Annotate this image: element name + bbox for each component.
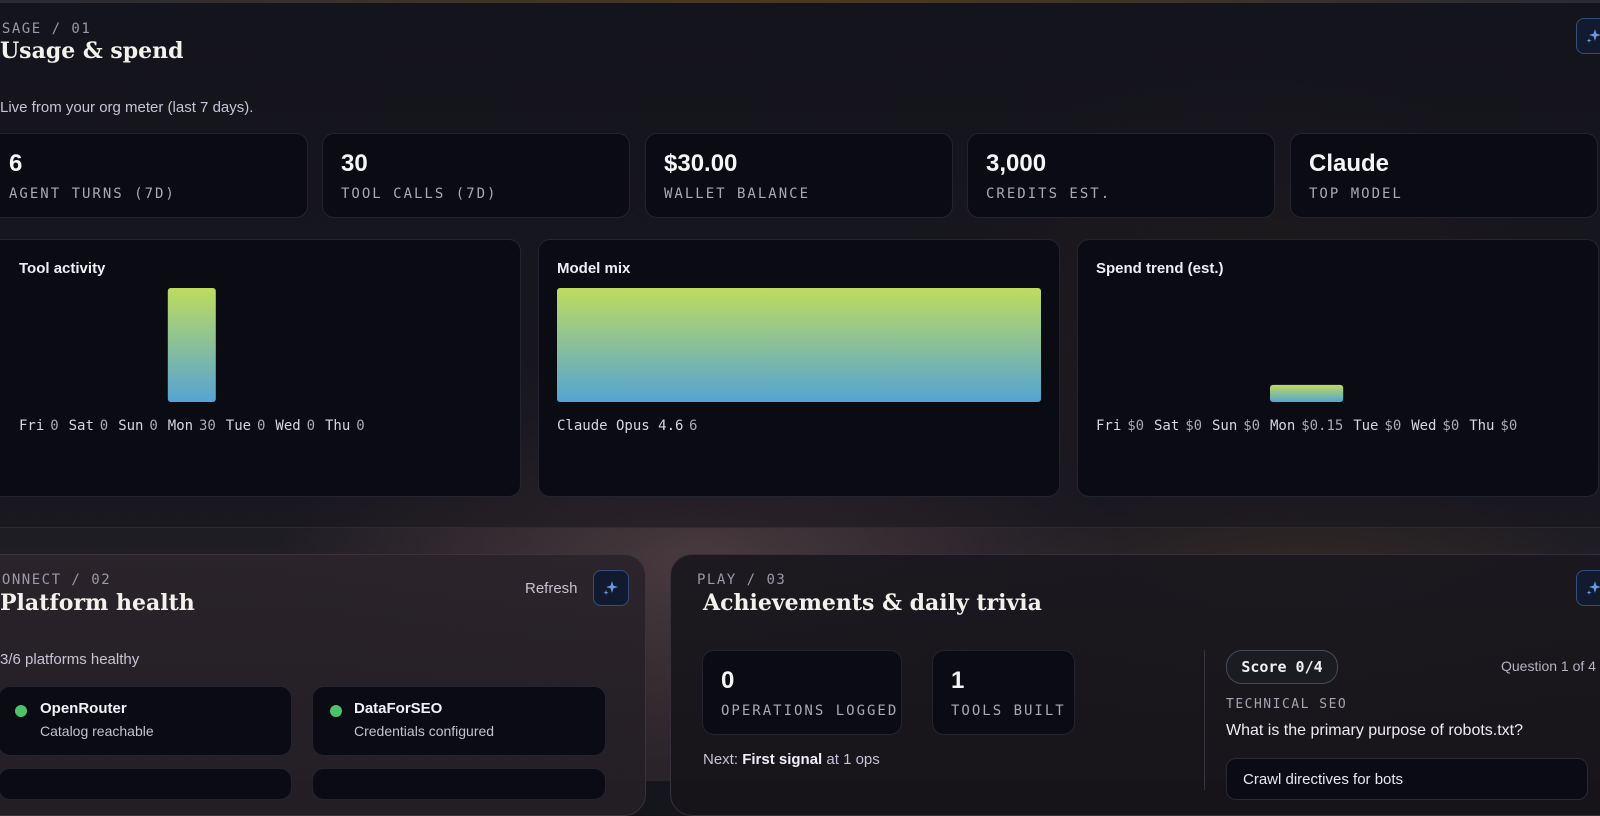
category-label: Sat (1154, 418, 1179, 434)
category-label: Claude Opus 4.6 (557, 418, 683, 434)
category-label: Thu (325, 418, 350, 434)
chart-card-tool-activity: Tool activity Fri 0 Sat 0 Sun 0 Mon 30 Tue 0 Wed 0 T… (0, 239, 521, 497)
value-label: 0 (100, 418, 108, 434)
value-label: $0.15 (1301, 418, 1343, 434)
refresh-button[interactable]: Refresh (525, 580, 578, 597)
play-eyebrow: PLAY / 03 (697, 572, 787, 588)
category-label: Sun (1212, 418, 1237, 434)
chart-card-spend-trend: Spend trend (est.) Fri $0 Sat $0 Sun $0 Mon $0.… (1077, 239, 1599, 497)
stat-value: Claude (1309, 150, 1390, 177)
value-label: 0 (307, 418, 315, 434)
achievement-label: OPERATIONS LOGGED (721, 703, 899, 719)
sparkle-icon (1586, 29, 1600, 43)
value-label: 0 (356, 418, 364, 434)
sparkle-icon (1586, 581, 1600, 595)
value-label: $0 (1127, 418, 1144, 434)
stat-label: WALLET BALANCE (664, 186, 811, 202)
next-achievement-name: First signal (742, 751, 823, 768)
status-dot-icon (15, 705, 27, 717)
category-label: Fri (1096, 418, 1121, 434)
connect-assistant-button[interactable] (593, 570, 629, 606)
platforms-summary: 3/6 platforms healthy (0, 651, 140, 668)
value-label: $0 (1442, 418, 1459, 434)
model-mix-chart: Claude Opus 4.6 6 (557, 288, 1041, 434)
bar (1270, 384, 1344, 402)
platform-name: OpenRouter (40, 700, 127, 717)
platform-card-dataforseo[interactable]: DataForSEO Credentials configured (312, 686, 606, 756)
category-label: Mon (1270, 418, 1295, 434)
category-label: Fri (19, 418, 44, 434)
value-label: $0 (1384, 418, 1401, 434)
value-label: $0 (1185, 418, 1202, 434)
usage-title: Usage & spend (0, 38, 184, 64)
value-label: 0 (257, 418, 265, 434)
category-label: Wed (275, 418, 300, 434)
achievement-card-tools: 1 TOOLS BUILT (932, 650, 1075, 735)
stat-label: AGENT TURNS (7D) (9, 186, 176, 202)
achievement-value: 0 (721, 667, 735, 694)
trivia-progress: Question 1 of 4 (1501, 658, 1596, 674)
usage-assistant-button[interactable] (1576, 18, 1600, 54)
platform-card-partial[interactable] (312, 768, 606, 800)
stat-value: 6 (9, 150, 23, 177)
trivia-question: What is the primary purpose of robots.tx… (1226, 722, 1524, 739)
stat-label: TOOL CALLS (7D) (341, 186, 498, 202)
trivia-answer-option[interactable]: Crawl directives for bots (1226, 758, 1588, 800)
next-achievement: Next: First signal at 1 ops (703, 751, 880, 768)
stat-card-top-model: Claude TOP MODEL (1290, 133, 1598, 218)
stat-card-wallet-balance: $30.00 WALLET BALANCE (645, 133, 953, 218)
connect-title: Platform health (0, 590, 195, 616)
value-label: $0 (1500, 418, 1517, 434)
value-label: 6 (689, 418, 697, 434)
tool-activity-chart: Fri 0 Sat 0 Sun 0 Mon 30 Tue 0 Wed 0 Thu 0 (19, 288, 365, 434)
stat-value: 30 (341, 150, 368, 177)
stat-value: 3,000 (986, 150, 1047, 177)
next-prefix: Next: (703, 751, 743, 768)
chart-card-model-mix: Model mix Claude Opus 4.6 6 (538, 239, 1060, 497)
stat-value: $30.00 (664, 150, 738, 177)
category-label: Tue (1353, 418, 1378, 434)
platform-detail: Catalog reachable (40, 723, 154, 739)
category-label: Wed (1411, 418, 1436, 434)
stat-label: TOP MODEL (1309, 186, 1403, 202)
answer-label: Crawl directives for bots (1243, 771, 1404, 788)
category-label: Sun (118, 418, 143, 434)
achievement-value: 1 (951, 667, 965, 694)
spend-trend-chart: Fri $0 Sat $0 Sun $0 Mon $0.15 Tue $0 Wed $0 Thu $0 (1096, 384, 1517, 434)
usage-subtitle: Live from your org meter (last 7 days). (0, 99, 254, 116)
value-label: 0 (149, 418, 157, 434)
bar (167, 288, 216, 402)
value-label: 0 (50, 418, 58, 434)
platform-card-openrouter[interactable]: OpenRouter Catalog reachable (0, 686, 292, 756)
trivia-divider (1204, 650, 1205, 790)
value-label: 30 (199, 418, 216, 434)
connect-eyebrow: CONNECT / 02 (0, 572, 112, 588)
category-label: Tue (226, 418, 251, 434)
stat-card-agent-turns: 6 AGENT TURNS (7D) (0, 133, 308, 218)
usage-eyebrow: USAGE / 01 (0, 21, 92, 37)
stat-card-tool-calls: 30 TOOL CALLS (7D) (322, 133, 630, 218)
play-assistant-button[interactable] (1576, 570, 1600, 606)
category-label: Thu (1469, 418, 1494, 434)
platform-card-partial[interactable] (0, 768, 292, 800)
bar (557, 288, 1041, 402)
stat-card-credits: 3,000 CREDITS EST. (967, 133, 1275, 218)
trivia-category: TECHNICAL SEO (1226, 697, 1348, 712)
achievement-card-operations: 0 OPERATIONS LOGGED (702, 650, 902, 735)
trivia-score-badge: Score 0/4 (1226, 650, 1338, 684)
achievement-label: TOOLS BUILT (951, 703, 1066, 719)
next-suffix: at 1 ops (822, 751, 880, 768)
sparkle-icon (603, 581, 618, 595)
platform-name: DataForSEO (354, 700, 443, 717)
status-dot-icon (330, 705, 342, 717)
value-label: $0 (1243, 418, 1260, 434)
category-label: Sat (69, 418, 94, 434)
platform-detail: Credentials configured (354, 723, 495, 739)
category-label: Mon (168, 418, 193, 434)
play-title: Achievements & daily trivia (703, 590, 1042, 616)
stat-label: CREDITS EST. (986, 186, 1112, 202)
